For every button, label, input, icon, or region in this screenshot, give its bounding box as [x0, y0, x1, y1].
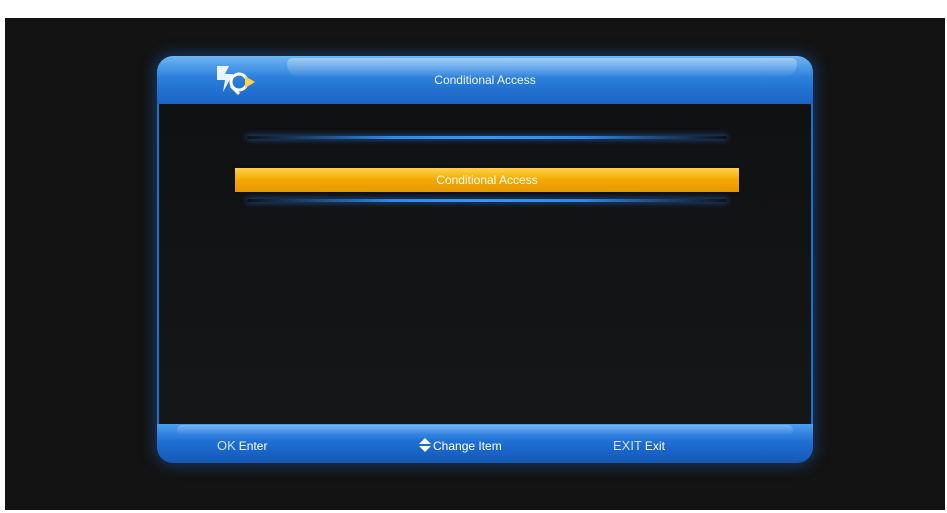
title-bar: Conditional Access [157, 56, 813, 104]
ok-key-label: OK [217, 438, 236, 453]
up-down-arrows-icon [419, 438, 431, 452]
conditional-access-dialog: Conditional Access Conditional Access OK… [157, 56, 813, 463]
menu-area: Conditional Access [157, 104, 813, 414]
exit-key-label: EXIT [613, 438, 642, 453]
change-item-label: Change Item [433, 439, 502, 453]
ok-action-label: Enter [238, 439, 268, 453]
help-bar-gloss [177, 425, 793, 435]
exit-action-label: Exit [644, 439, 665, 453]
help-bar: OK Enter Change Item EXIT Exit [157, 424, 813, 463]
menu-item-conditional-access[interactable]: Conditional Access [235, 168, 739, 192]
bottom-divider [247, 199, 727, 202]
hint-exit: EXIT Exit [613, 438, 665, 453]
window-title: Conditional Access [434, 73, 536, 87]
hint-ok-enter: OK Enter [217, 438, 267, 453]
top-divider [247, 136, 727, 139]
hint-change-item: Change Item [419, 438, 502, 453]
tv-screen: Conditional Access Conditional Access OK… [5, 18, 945, 510]
